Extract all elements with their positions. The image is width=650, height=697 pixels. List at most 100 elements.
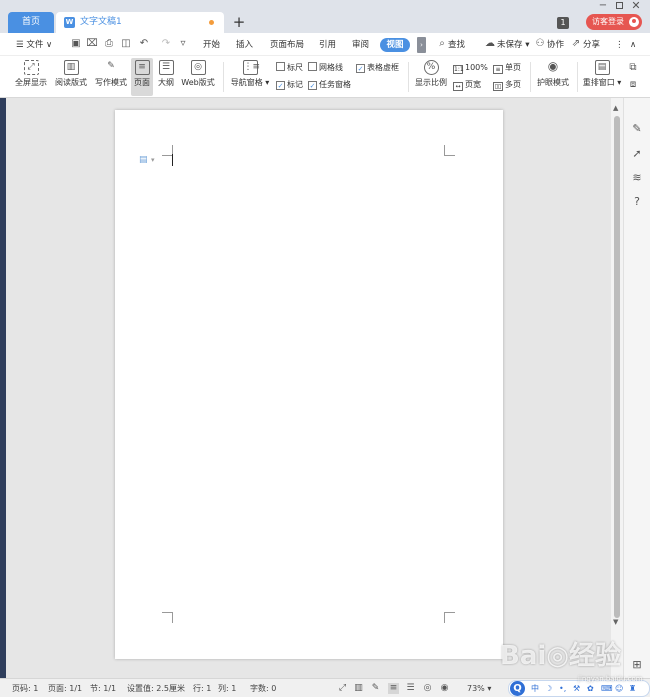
new-tab-button[interactable]: + (232, 12, 246, 33)
page-number-status[interactable]: 页码: 1 (12, 683, 38, 695)
gridlines-checkbox[interactable]: 网格线 (308, 62, 343, 74)
single-page-button[interactable]: ≡ 单页 (493, 62, 521, 74)
multi-page-button[interactable]: ▯▯ 多页 (493, 79, 521, 91)
checkbox-box (308, 62, 317, 71)
tab-home[interactable]: 首页 (8, 12, 54, 33)
full-screen-label: 全屏显示 (15, 78, 47, 87)
zoom-button[interactable]: % 显示比例 (412, 58, 450, 96)
zoom-100-button[interactable]: 1:1100% (453, 62, 488, 74)
scroll-down-icon[interactable]: ▼ (613, 618, 618, 626)
share-icon: ⇗ (571, 38, 581, 49)
ime-mode-toggle[interactable]: 中 (531, 683, 539, 694)
moon-icon[interactable]: ☽ (545, 683, 552, 694)
undo-icon[interactable]: ↶ (138, 38, 150, 50)
read-layout-icon[interactable]: ▥ (353, 683, 364, 694)
document-page[interactable] (115, 110, 503, 659)
ime-logo-icon[interactable]: Q (510, 681, 525, 696)
file-menu[interactable]: ☰ 文件 ∨ (16, 38, 52, 52)
window-count-badge[interactable]: 1 (557, 17, 569, 29)
full-screen-icon[interactable]: ⤢ (337, 683, 348, 694)
skin-icon[interactable]: ✿ (587, 683, 594, 694)
shirt-icon[interactable]: ♜ (629, 683, 636, 694)
column-status[interactable]: 列: 1 (218, 683, 236, 695)
print-preview-icon[interactable]: ◫ (120, 38, 132, 50)
pages-status[interactable]: 页面: 1/1 (48, 683, 82, 695)
page-view-button[interactable]: ≡ 页面 (131, 58, 153, 96)
new-window-icon[interactable]: ⧉ (627, 62, 639, 74)
arrange-window-label: 重排窗口 ▾ (582, 78, 622, 87)
tab-page-layout[interactable]: 页面布局 (270, 38, 304, 52)
paragraph-layout-icon[interactable]: ▤ (139, 155, 149, 166)
close-button[interactable]: ✕ (630, 0, 642, 12)
edit-pen-icon[interactable]: ✎ (630, 122, 644, 136)
scroll-up-icon[interactable]: ▲ (613, 104, 618, 112)
keyboard-icon[interactable]: ⌨ (601, 683, 613, 694)
one-to-one-icon: 1:1 (453, 65, 464, 74)
full-screen-button[interactable]: ⤢ 全屏显示 (12, 58, 50, 96)
baidu-watermark-url: jingyan.baidu.com (578, 675, 643, 683)
more-menu-icon[interactable]: ⋮ (615, 38, 624, 52)
tab-references[interactable]: 引用 (319, 38, 336, 52)
help-icon[interactable]: ? (630, 195, 644, 209)
page-view-icon[interactable]: ≡ (388, 683, 399, 694)
tab-review[interactable]: 审阅 (352, 38, 369, 52)
select-cursor-icon[interactable]: ➚ (630, 147, 644, 161)
web-layout-icon[interactable]: ◎ (422, 683, 433, 694)
write-mode-button[interactable]: ✎ 写作模式 (92, 58, 130, 96)
ruler-checkbox[interactable]: 标尺 (276, 62, 303, 74)
marks-checkbox[interactable]: ✓ 标记 (276, 79, 303, 91)
guest-login-button[interactable]: 访客登录 (586, 14, 642, 30)
search-button[interactable]: 查找 (448, 38, 465, 52)
vertical-scrollbar[interactable]: ▲ ▼ (611, 98, 623, 678)
collaborate-button[interactable]: 协作 (547, 38, 564, 52)
apps-grid-icon[interactable]: ⊞ (630, 658, 644, 672)
customize-icon[interactable]: ▿ (177, 38, 189, 50)
tab-start[interactable]: 开始 (203, 38, 220, 52)
wrench-icon[interactable]: ⚒ (573, 683, 580, 694)
search-icon: ⌕ (439, 38, 445, 49)
collapse-ribbon-icon[interactable]: ∧ (630, 38, 636, 52)
word-count-status[interactable]: 字数: 0 (250, 683, 276, 695)
ribbon-divider (577, 62, 578, 92)
guest-login-label: 访客登录 (592, 17, 624, 26)
arrange-window-button[interactable]: ▤ 重排窗口 ▾ (580, 58, 624, 96)
read-layout-button[interactable]: ▥ 阅读版式 (52, 58, 90, 96)
unsaved-status[interactable]: 未保存 ▾ (497, 38, 529, 52)
unsaved-dot-icon (209, 20, 214, 25)
save-icon[interactable]: ▣ (70, 38, 82, 50)
emoji-icon[interactable]: ☺ (615, 683, 623, 694)
eye-mode-button[interactable]: ◉ 护眼模式 (533, 58, 573, 96)
zoom-level[interactable]: 73% ▾ (467, 683, 491, 695)
maximize-button[interactable] (614, 0, 626, 12)
punctuation-icon[interactable]: •, (559, 683, 566, 694)
scroll-thumb[interactable] (614, 116, 620, 618)
page-width-icon: ↔ (453, 82, 463, 91)
task-pane-label: 任务窗格 (319, 80, 351, 89)
minimize-button[interactable]: − (597, 0, 609, 12)
page-width-button[interactable]: ↔ 页宽 (453, 79, 481, 91)
page-view-label: 页面 (134, 78, 150, 87)
tab-document[interactable]: W 文字文稿1 (56, 12, 224, 33)
write-mode-icon[interactable]: ✎ (370, 683, 381, 694)
settings-sliders-icon[interactable]: ≋ (630, 171, 644, 185)
setting-value-status[interactable]: 设置值: 2.5厘米 (127, 683, 185, 695)
section-status[interactable]: 节: 1/1 (90, 683, 116, 695)
nav-pane-button[interactable]: ⋮≡ 导航窗格 ▾ (229, 58, 271, 96)
split-window-icon[interactable]: ⧈ (627, 79, 639, 91)
row-status[interactable]: 行: 1 (193, 683, 211, 695)
table-borders-checkbox[interactable]: ✓ 表格虚框 (356, 62, 399, 74)
chevron-down-icon[interactable]: ▾ (151, 155, 157, 166)
share-button[interactable]: 分享 (583, 38, 600, 52)
task-pane-checkbox[interactable]: ✓ 任务窗格 (308, 79, 351, 91)
web-layout-button[interactable]: ◎ Web版式 (179, 58, 217, 96)
outline-icon[interactable]: ☰ (405, 683, 416, 694)
tab-insert[interactable]: 插入 (236, 38, 253, 52)
tab-view[interactable]: 视图 (380, 38, 410, 52)
outline-button[interactable]: ☰ 大纲 (155, 58, 177, 96)
redo-icon[interactable]: ↷ (160, 38, 172, 50)
more-tabs-arrow-icon[interactable]: › (417, 37, 426, 53)
eye-mode-label: 护眼模式 (537, 78, 569, 87)
eye-mode-icon[interactable]: ◉ (439, 683, 450, 694)
print-icon[interactable]: ⎙ (103, 38, 115, 50)
format-painter-icon[interactable]: ⌧ (86, 38, 98, 50)
